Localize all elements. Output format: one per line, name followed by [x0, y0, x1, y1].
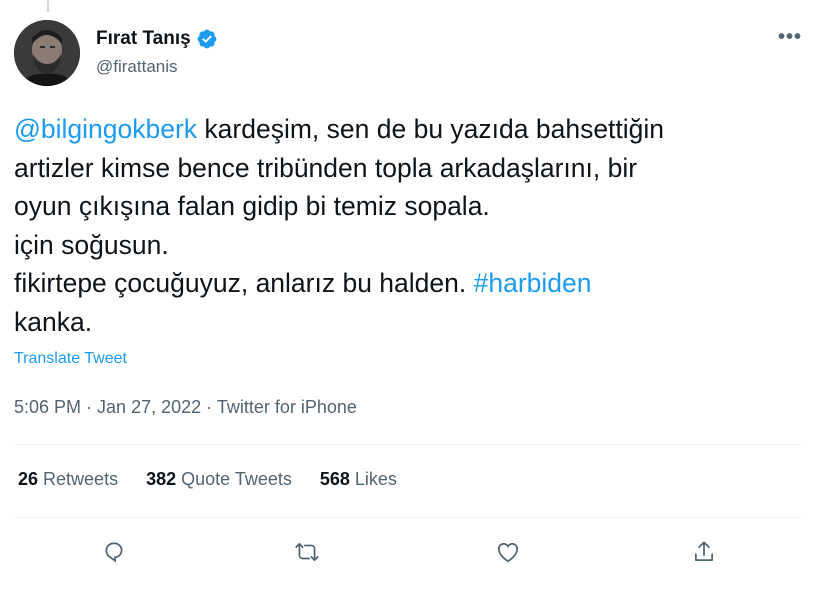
- reply-icon: [105, 542, 123, 563]
- tweet-line-5: fikirtepe çocuğuyuz, anlarız bu halden. …: [14, 264, 804, 303]
- reply-button[interactable]: [98, 536, 130, 568]
- tweet-line-6: kanka.: [14, 306, 93, 337]
- retweets-label: Retweets: [43, 469, 119, 489]
- quote-tweets-count: 382: [146, 469, 177, 489]
- retweets-stat[interactable]: 26 Retweets: [18, 469, 118, 490]
- meta-separator: ·: [81, 397, 98, 417]
- tweet-text: @bilgingokberk kardeşim, sen de bu yazıd…: [14, 110, 804, 341]
- tweet-line-2: artizler kimse bence tribünden topla ark…: [14, 152, 638, 183]
- translate-tweet-link[interactable]: Translate Tweet: [14, 350, 127, 368]
- divider: [14, 517, 802, 518]
- share-button[interactable]: [688, 536, 720, 568]
- retweet-icon: [295, 543, 319, 561]
- engagement-stats: 26 Retweets 382 Quote Tweets 568 Likes: [18, 469, 425, 490]
- user-handle[interactable]: @firattanis: [96, 57, 178, 77]
- likes-count: 568: [319, 469, 350, 489]
- tweet-date[interactable]: Jan 27, 2022: [97, 397, 201, 417]
- quote-tweets-stat[interactable]: 382 Quote Tweets: [146, 469, 292, 490]
- avatar-image: [14, 20, 80, 86]
- tweet-meta: 5:06 PM · Jan 27, 2022 · Twitter for iPh…: [14, 397, 357, 418]
- retweets-count: 26: [18, 469, 39, 489]
- divider: [14, 444, 802, 445]
- tweet-header: Fırat Tanış @firattanis •••: [14, 20, 806, 88]
- likes-stat[interactable]: 568 Likes: [320, 469, 397, 490]
- like-icon: [497, 543, 519, 563]
- quote-tweets-label: Quote Tweets: [181, 469, 292, 489]
- display-name[interactable]: Fırat Tanış: [96, 28, 191, 50]
- meta-separator: ·: [201, 397, 217, 417]
- verified-badge-icon: [196, 28, 218, 50]
- thread-connector-line: [47, 0, 49, 12]
- retweet-button[interactable]: [291, 536, 323, 568]
- hashtag-link[interactable]: #harbiden: [474, 268, 592, 298]
- more-horizontal-icon[interactable]: •••: [778, 26, 802, 49]
- tweet-line-1: @bilgingokberk kardeşim, sen de bu yazıd…: [14, 110, 804, 149]
- likes-label: Likes: [354, 469, 397, 489]
- tweet-actions-bar: [14, 530, 802, 574]
- tweet-line-1-text: kardeşim, sen de bu yazıda bahsettiğin: [197, 114, 665, 144]
- name-row: Fırat Tanış: [96, 28, 218, 50]
- avatar[interactable]: [14, 20, 80, 86]
- tweet-line-4: için soğusun.: [14, 229, 169, 260]
- like-button[interactable]: [492, 536, 524, 568]
- tweet-source[interactable]: Twitter for iPhone: [217, 397, 357, 417]
- mention-link[interactable]: @bilgingokberk: [14, 114, 197, 144]
- share-icon: [695, 541, 713, 561]
- tweet-line-3: oyun çıkışına falan gidip bi temiz sopal…: [14, 191, 490, 221]
- tweet-line-5-text: fikirtepe çocuğuyuz, anlarız bu halden.: [14, 268, 474, 298]
- tweet-time[interactable]: 5:06 PM: [14, 397, 81, 417]
